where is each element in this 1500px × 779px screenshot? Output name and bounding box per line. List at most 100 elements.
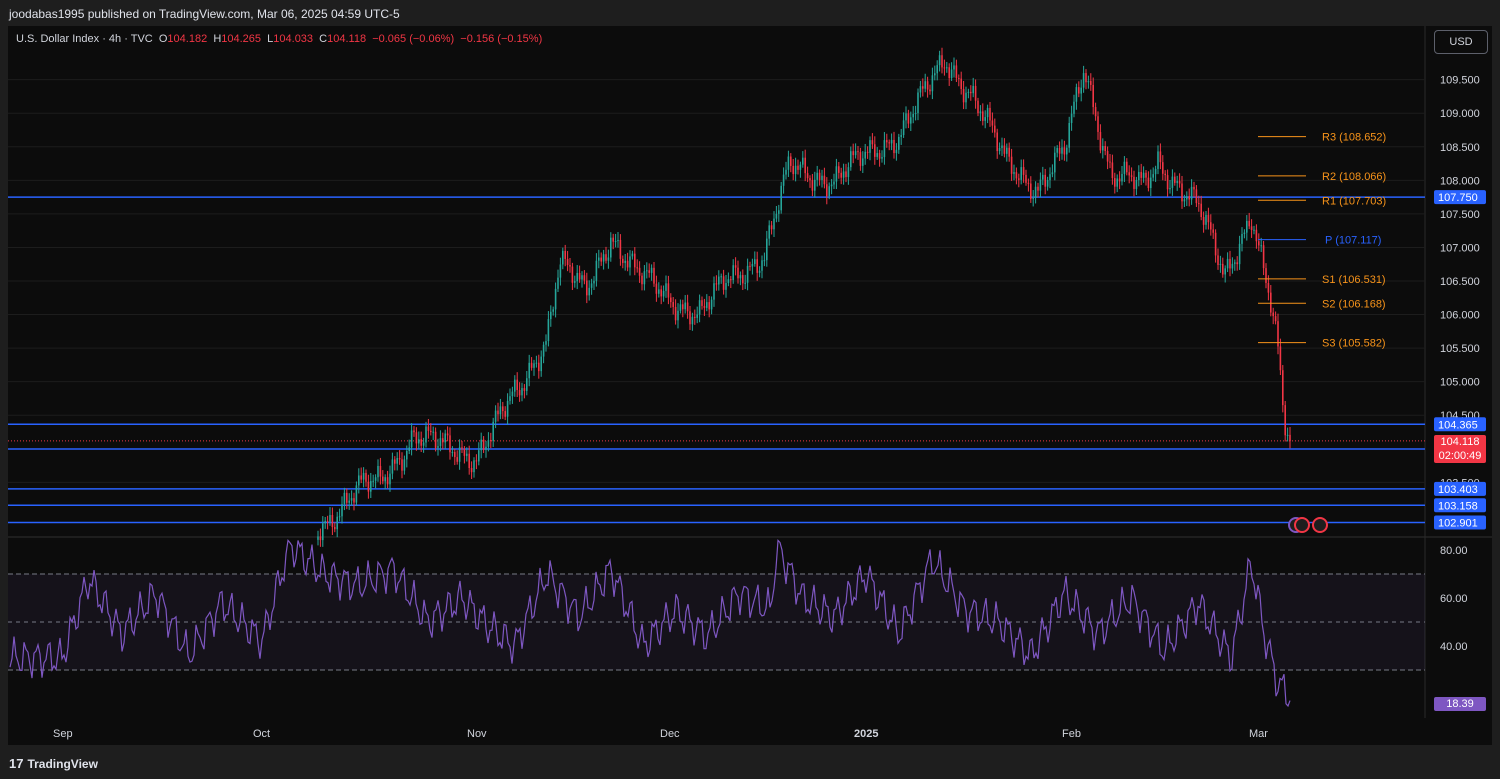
price-tick-label-9: 105.000 — [1440, 377, 1480, 389]
candle-body — [737, 267, 739, 279]
candle-body — [1166, 175, 1169, 190]
candle-body — [631, 253, 634, 257]
candle-body — [547, 319, 550, 342]
candle-body — [1133, 176, 1135, 189]
candle-body — [715, 283, 718, 285]
candle-body — [754, 259, 756, 264]
candle-body — [391, 459, 394, 474]
candle-body — [996, 132, 998, 152]
candle-body — [1142, 172, 1145, 178]
candle-body — [742, 275, 744, 284]
candle-body — [410, 430, 413, 448]
candle-body — [593, 280, 595, 284]
candle-body — [739, 275, 742, 279]
candle-body — [355, 485, 358, 503]
brand-name: TradingView — [27, 757, 98, 771]
candle-body — [679, 304, 682, 311]
candle-body — [696, 314, 698, 318]
candle-body — [682, 304, 684, 310]
candle-body — [845, 171, 847, 178]
candle-body — [1159, 151, 1162, 163]
candle-body — [1147, 177, 1150, 189]
candle-body — [1246, 220, 1248, 233]
candle-body — [665, 283, 667, 291]
horizontal-level-value-4: 103.158 — [1438, 500, 1478, 512]
candle-body — [1171, 176, 1174, 188]
candle-body — [571, 266, 574, 283]
candle-body — [806, 173, 809, 179]
candle-body — [444, 433, 446, 443]
candle-body — [667, 283, 670, 298]
candle-body — [338, 516, 341, 518]
candle-body — [725, 283, 727, 290]
candle-body — [487, 440, 490, 447]
candle-body — [454, 452, 456, 458]
candle-body — [883, 140, 886, 158]
candle-body — [653, 267, 655, 284]
candle-body — [497, 410, 499, 415]
horizontal-level-value-3: 103.403 — [1438, 484, 1478, 496]
candle-body — [850, 151, 852, 168]
candle-body — [1253, 229, 1255, 231]
candle-body — [787, 156, 790, 170]
candle-body — [1152, 174, 1154, 178]
candle-body — [929, 89, 931, 92]
candle-body — [967, 91, 970, 93]
close-value: 104.118 — [327, 33, 367, 45]
candle-body — [960, 78, 962, 90]
candle-body — [348, 500, 350, 503]
candle-body — [1126, 161, 1128, 173]
candle-body — [905, 113, 907, 121]
candle-body — [1262, 245, 1265, 269]
candle-body — [1085, 73, 1087, 83]
candle-body — [756, 259, 758, 273]
candle-body — [838, 166, 840, 173]
candle-body — [746, 265, 749, 283]
candle-body — [326, 521, 329, 523]
last-price: 104.118 — [1440, 436, 1480, 448]
candle-body — [559, 264, 562, 278]
candle-body — [408, 447, 410, 451]
candle-body — [1058, 147, 1061, 154]
rsi-tick-label-1: 60.00 — [1440, 593, 1468, 605]
candle-body — [941, 55, 943, 68]
candle-body — [538, 362, 540, 372]
candle-body — [770, 225, 773, 230]
candle-body — [1190, 186, 1193, 200]
candle-body — [1010, 156, 1013, 174]
candle-body — [382, 476, 384, 482]
candle-body — [1025, 174, 1027, 183]
candle-body — [955, 65, 958, 78]
candle-body — [526, 378, 528, 391]
candle-body — [1080, 87, 1082, 94]
candle-body — [1267, 282, 1270, 293]
candle-body — [1210, 222, 1212, 230]
candle-body — [660, 289, 662, 297]
chart-canvas[interactable]: R3 (108.652) R2 (108.066) R1 (107.703) P (1… — [0, 0, 1500, 779]
candle-body — [722, 276, 725, 290]
candle-body — [828, 186, 830, 197]
candle-body — [662, 290, 665, 297]
candle-body — [785, 169, 787, 175]
candle-body — [802, 157, 804, 165]
candle-body — [730, 279, 732, 281]
candle-body — [835, 166, 838, 182]
open-value: 104.182 — [167, 33, 208, 45]
candle-body — [672, 302, 674, 307]
candle-body — [1272, 312, 1274, 317]
candle-body — [1082, 73, 1085, 88]
candle-body — [989, 107, 991, 121]
candle-body — [446, 433, 449, 436]
currency-button[interactable]: USD — [1434, 30, 1488, 54]
candle-body — [1219, 263, 1222, 265]
change-value: −0.065 (−0.06%) — [372, 33, 455, 45]
candle-body — [866, 151, 869, 153]
pivot-label-5: S2 (106.168) — [1322, 298, 1386, 310]
candle-body — [1008, 147, 1010, 157]
candle-body — [1114, 178, 1116, 187]
candle-body — [878, 153, 881, 159]
candle-body — [552, 309, 554, 312]
candle-body — [420, 439, 422, 446]
candle-body — [1284, 405, 1286, 436]
candle-body — [1018, 178, 1020, 180]
